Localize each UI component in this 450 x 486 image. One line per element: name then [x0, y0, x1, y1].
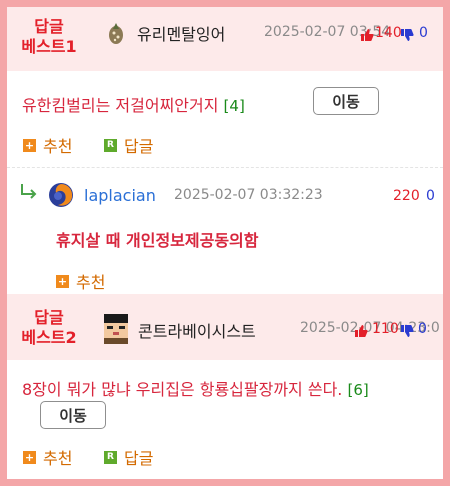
reply-recommend-button[interactable]: + 추천: [56, 269, 105, 293]
best1-badge-line2: 베스트1: [21, 37, 77, 56]
best1-title-text: 유한킴벌리는 저걸어찌안거지: [22, 96, 219, 115]
carp-avatar-icon[interactable]: [103, 20, 129, 46]
best2-badge-line2: 베스트2: [21, 328, 77, 347]
best2-title-text: 8장이 뭐가 많냐 우리집은 항룡십팔장까지 쓴다.: [22, 380, 343, 399]
best1-badge: 답글 베스트1: [15, 17, 83, 57]
thumbs-up-icon[interactable]: [354, 324, 368, 338]
best2-downvote-count: 0: [418, 321, 427, 337]
plus-icon: +: [23, 450, 36, 464]
thumbs-up-icon[interactable]: [360, 28, 374, 42]
best1-reply-count: [4]: [223, 97, 245, 115]
best2-nickname[interactable]: 콘트라베이시스트: [138, 318, 256, 342]
best1-move-button[interactable]: 이동: [313, 87, 379, 115]
best1-recommend-button[interactable]: + 추천: [23, 133, 72, 157]
best1-title[interactable]: 유한킴벌리는 저걸어찌안거지 [4]: [22, 92, 245, 116]
pixel-avatar-icon[interactable]: [101, 314, 131, 344]
thumbs-down-icon[interactable]: [400, 28, 414, 42]
reply-recommend-label: 추천: [76, 273, 106, 292]
plus-icon: +: [56, 274, 69, 288]
best2-title[interactable]: 8장이 뭐가 많냐 우리집은 항룡십팔장까지 쓴다. [6]: [22, 376, 369, 400]
best2-recommend-button[interactable]: + 추천: [23, 445, 72, 469]
reply-icon: R: [104, 450, 117, 464]
best2-badge-line1: 답글: [34, 308, 64, 327]
reply-comment: laplacian 2025-02-07 03:32:23 220 0 휴지살 …: [7, 170, 443, 294]
best2-reply-label: 답글: [124, 449, 154, 468]
best2-badge: 답글 베스트2: [15, 308, 83, 348]
reply-arrow-icon: [21, 184, 37, 199]
best2-upvote-count: 110: [372, 321, 399, 337]
best1-header: 답글 베스트1 유리멘탈잉어 2025-02-07 03:54 140 0: [7, 7, 443, 71]
reply-text: 휴지살 때 개인정보제공동의함: [56, 231, 259, 250]
reply-date: 2025-02-07 03:32:23: [174, 187, 323, 203]
plus-icon: +: [23, 138, 36, 152]
best1-nickname[interactable]: 유리멘탈잉어: [137, 21, 225, 45]
best1-recommend-label: 추천: [43, 137, 73, 156]
best1-reply-label: 답글: [124, 137, 154, 156]
section-divider: [7, 167, 443, 168]
best2-reply-count: [6]: [347, 381, 369, 399]
best2-move-button[interactable]: 이동: [40, 401, 106, 429]
reply-icon: R: [104, 138, 117, 152]
best1-badge-line1: 답글: [34, 17, 64, 36]
best1-upvote-count: 140: [375, 25, 402, 41]
best2-header: 답글 베스트2 콘트라베이시스트 2025-02-07 04:23:0 110 …: [7, 294, 443, 360]
best1-reply-button[interactable]: R 답글: [104, 133, 153, 157]
thumbs-down-icon[interactable]: [400, 324, 414, 338]
reply-downvote-count: 0: [426, 188, 435, 204]
best2-reply-button[interactable]: R 답글: [104, 445, 153, 469]
reply-nickname[interactable]: laplacian: [84, 186, 156, 205]
best-replies-panel: 답글 베스트1 유리멘탈잉어 2025-02-07 03:54 140 0 유한…: [7, 7, 443, 479]
reply-upvote-count: 220: [393, 188, 420, 204]
best2-recommend-label: 추천: [43, 449, 73, 468]
best1-downvote-count: 0: [419, 25, 428, 41]
firefox-avatar-icon[interactable]: [48, 182, 74, 208]
